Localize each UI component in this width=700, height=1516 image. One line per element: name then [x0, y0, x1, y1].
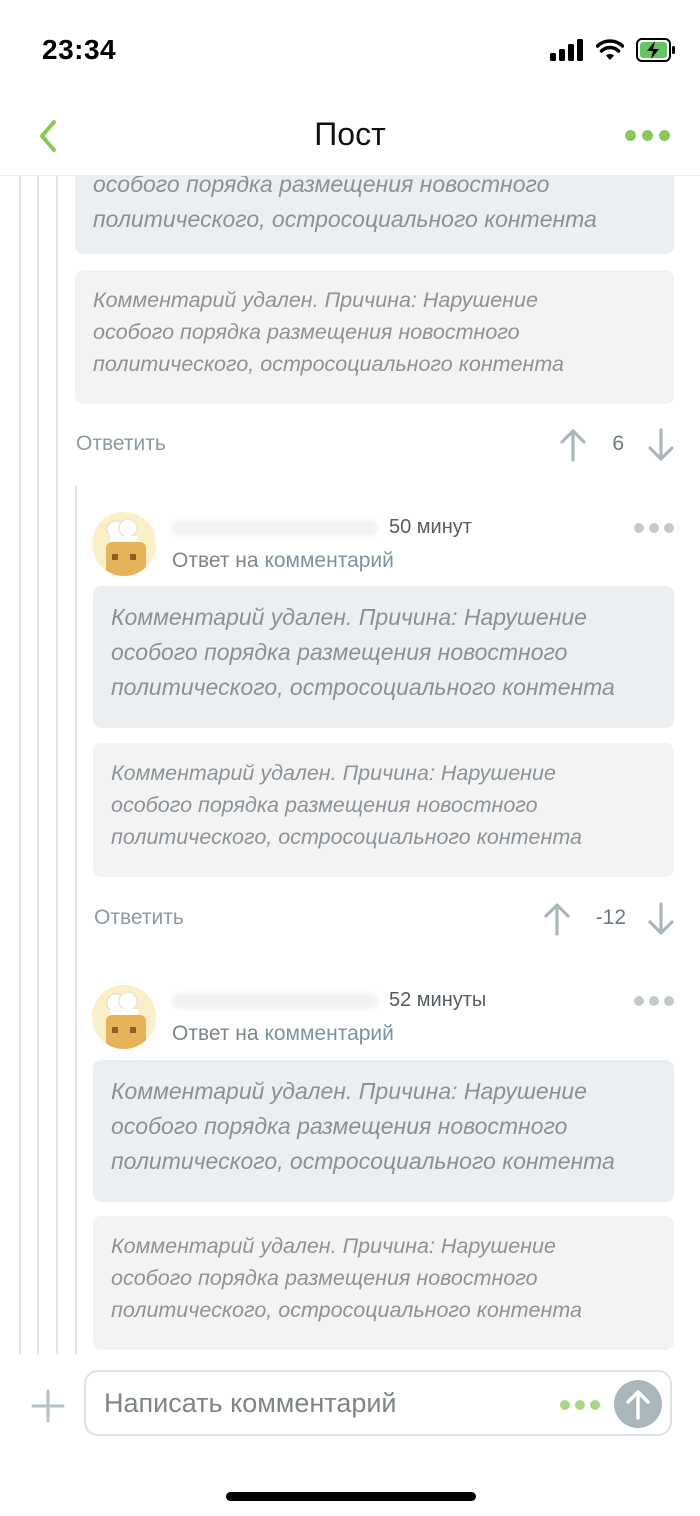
comment-thread[interactable]: Комментарий удален. Причина: Нарушение о… [0, 176, 700, 1354]
reply-to-link[interactable]: комментарий [264, 1022, 393, 1045]
more-dot [664, 523, 674, 533]
reply-button[interactable]: Ответить [94, 906, 184, 930]
home-indicator [226, 1492, 476, 1501]
deleted-text-line: Комментарий удален. Причина: Нарушение [93, 288, 538, 312]
username-redacted[interactable] [172, 520, 378, 536]
deleted-text-line: Комментарий удален. Причина: Нарушение [111, 604, 587, 630]
deleted-text-line: Комментарий удален. Причина: Нарушение [111, 761, 556, 785]
deleted-text-line: особого порядка размещения новостного [111, 1113, 568, 1139]
comment-composer: Написать комментарий [0, 1354, 700, 1454]
thread-line [37, 176, 39, 1354]
comment-more-button[interactable] [634, 523, 674, 533]
status-icons [550, 38, 676, 62]
deleted-text-line: политического, остросоциального контента [111, 1148, 615, 1174]
deleted-comment-box: Комментарий удален. Причина: Нарушение о… [93, 586, 674, 728]
thread-line [19, 176, 21, 1354]
more-dots-icon [560, 1400, 570, 1410]
status-time: 23:34 [42, 34, 117, 65]
more-dot [642, 130, 653, 141]
comment-time: 50 минут [389, 516, 472, 538]
deleted-text-line: особого порядка размещения новостного [93, 176, 550, 197]
reply-to-prefix: Ответ на [172, 1022, 259, 1045]
comment-time: 52 минуты [389, 989, 487, 1011]
send-arrow-icon [626, 1390, 650, 1420]
deleted-text-line: политического, остросоциального контента [111, 825, 582, 849]
more-dot [659, 130, 670, 141]
vote-count: -12 [595, 906, 626, 929]
deleted-text-line: Комментарий удален. Причина: Нарушение [111, 1234, 556, 1258]
username-redacted[interactable] [172, 993, 378, 1009]
deleted-text-line: особого порядка размещения новостного [93, 320, 520, 344]
more-dots-icon [634, 523, 644, 533]
reply-to-label: Ответ на комментарий [172, 549, 394, 573]
avatar-chef-icon [92, 985, 156, 1049]
deleted-text-line: политического, остросоциального контента [93, 206, 597, 232]
quoted-deleted-box: Комментарий удален. Причина: Нарушение о… [93, 743, 674, 877]
reply-button[interactable]: Ответить [76, 432, 166, 456]
deleted-text-line: политического, остросоциального контента [111, 1298, 582, 1322]
avatar[interactable] [92, 512, 156, 576]
post-more-button[interactable] [625, 130, 670, 141]
comment-input-placeholder: Написать комментарий [104, 1388, 397, 1418]
status-bar: 23:34 [0, 0, 700, 100]
quoted-deleted-box: Комментарий удален. Причина: Нарушение о… [93, 1216, 674, 1350]
deleted-text-line: особого порядка размещения новостного [111, 1266, 538, 1290]
input-more-button[interactable] [560, 1400, 600, 1410]
vote-count: 6 [612, 432, 624, 455]
more-dot [649, 523, 659, 533]
more-dots-icon [634, 996, 644, 1006]
deleted-text-line: особого порядка размещения новостного [111, 639, 568, 665]
page-title: Пост [314, 116, 386, 152]
reply-to-prefix: Ответ на [172, 549, 259, 572]
quoted-deleted-box: Комментарий удален. Причина: Нарушение о… [75, 270, 674, 404]
deleted-text-line: политического, остросоциального контента [111, 674, 615, 700]
comment-more-button[interactable] [634, 996, 674, 1006]
signal-icon [550, 39, 583, 61]
deleted-text-line: особого порядка размещения новостного [111, 793, 538, 817]
more-dot [649, 996, 659, 1006]
plus-icon[interactable] [30, 1388, 66, 1424]
more-dot [664, 996, 674, 1006]
deleted-comment-box: Комментарий удален. Причина: Нарушение о… [75, 176, 674, 254]
send-button[interactable] [614, 1380, 662, 1428]
more-dot [575, 1400, 585, 1410]
more-dot [590, 1400, 600, 1410]
more-dots-icon [625, 130, 636, 141]
deleted-text-line: Комментарий удален. Причина: Нарушение [111, 1078, 587, 1104]
thread-line [75, 486, 77, 1354]
reply-to-link[interactable]: комментарий [264, 549, 393, 572]
reply-to-label: Ответ на комментарий [172, 1022, 394, 1046]
downvote-arrow-icon[interactable] [646, 902, 676, 936]
deleted-text-line: политического, остросоциального контента [93, 352, 564, 376]
downvote-arrow-icon[interactable] [646, 428, 676, 462]
nav-bar: Пост [0, 100, 700, 176]
thread-line [56, 176, 58, 1354]
wifi-icon [596, 39, 624, 60]
avatar[interactable] [92, 985, 156, 1049]
comment-input[interactable]: Написать комментарий [84, 1370, 672, 1436]
deleted-comment-box: Комментарий удален. Причина: Нарушение о… [93, 1060, 674, 1202]
avatar-chef-icon [92, 512, 156, 576]
battery-charging-icon [636, 38, 675, 62]
